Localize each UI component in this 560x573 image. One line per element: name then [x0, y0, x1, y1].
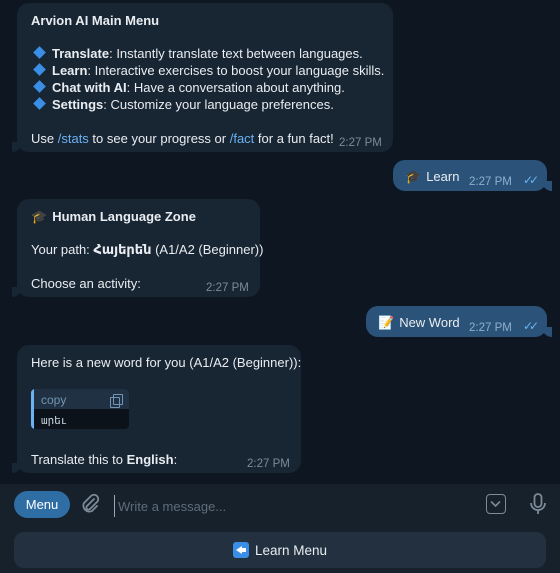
code-block[interactable]: copy արեւ [31, 389, 129, 429]
learning-path: Your path: Հայերեն (A1/A2 (Beginner)) [31, 242, 264, 257]
message-new-word[interactable]: Here is a new word for you (A1/A2 (Begin… [12, 345, 302, 473]
word-intro: Here is a new word for you (A1/A2 (Begin… [31, 355, 302, 370]
stats-command-link[interactable]: /stats [58, 131, 89, 146]
message-time: 2:27 PM [339, 137, 382, 149]
double-check-icon: ✓✓ [523, 173, 539, 187]
copy-label[interactable]: copy [41, 392, 66, 409]
message-new-word-outgoing[interactable]: 📝 New Word 2:27 PM ✓✓ [366, 306, 552, 337]
fact-command-link[interactable]: /fact [230, 131, 255, 146]
message-input[interactable] [114, 495, 480, 517]
message-text: 📝 New Word [378, 315, 460, 330]
message-language-zone[interactable]: 🎓 Human Language Zone Your path: Հայերեն … [12, 199, 264, 297]
message-title: Arvion AI Main Menu [31, 13, 160, 28]
menu-item-chat: Chat with AI: Have a conversation about … [31, 79, 345, 96]
message-learn-outgoing[interactable]: 🎓 Learn 2:27 PM ✓✓ [393, 160, 552, 191]
message-main-menu[interactable]: Arvion AI Main Menu Translate: Instantly… [12, 3, 393, 152]
learn-menu-label: Learn Menu [254, 542, 328, 558]
message-title: 🎓 Human Language Zone [31, 209, 196, 224]
message-time: 2:27 PM [469, 176, 512, 188]
microphone-icon[interactable] [528, 492, 548, 516]
chat-history[interactable]: Arvion AI Main Menu Translate: Instantly… [0, 0, 560, 484]
message-footer: Use /stats to see your progress or /fact… [31, 131, 334, 146]
graduation-cap-icon: 🎓 [31, 209, 48, 224]
double-check-icon: ✓✓ [523, 319, 539, 333]
memo-icon: 📝 [378, 315, 395, 330]
diamond-icon [33, 63, 46, 76]
message-time: 2:27 PM [206, 282, 249, 294]
diamond-icon [33, 80, 46, 93]
copy-icon[interactable] [110, 394, 123, 408]
diamond-icon [33, 97, 46, 110]
attach-icon[interactable] [78, 492, 102, 516]
menu-item-settings: Settings: Customize your language prefer… [31, 96, 334, 113]
activity-prompt: Choose an activity: [31, 276, 141, 291]
message-time: 2:27 PM [247, 458, 290, 470]
message-time: 2:27 PM [469, 322, 512, 334]
menu-item-translate: Translate: Instantly translate text betw… [31, 45, 363, 62]
diamond-icon [33, 46, 46, 59]
bot-commands-icon[interactable] [486, 494, 506, 514]
translate-prompt: Translate this to English: [31, 452, 178, 467]
menu-button[interactable]: Menu [14, 491, 70, 518]
back-arrow-icon [232, 542, 249, 558]
graduation-cap-icon: 🎓 [405, 169, 422, 184]
message-text: 🎓 Learn [405, 169, 460, 184]
menu-item-learn: Learn: Interactive exercises to boost yo… [31, 62, 384, 79]
word-code: արեւ [41, 414, 68, 427]
learn-menu-button[interactable]: Learn Menu [14, 532, 546, 568]
